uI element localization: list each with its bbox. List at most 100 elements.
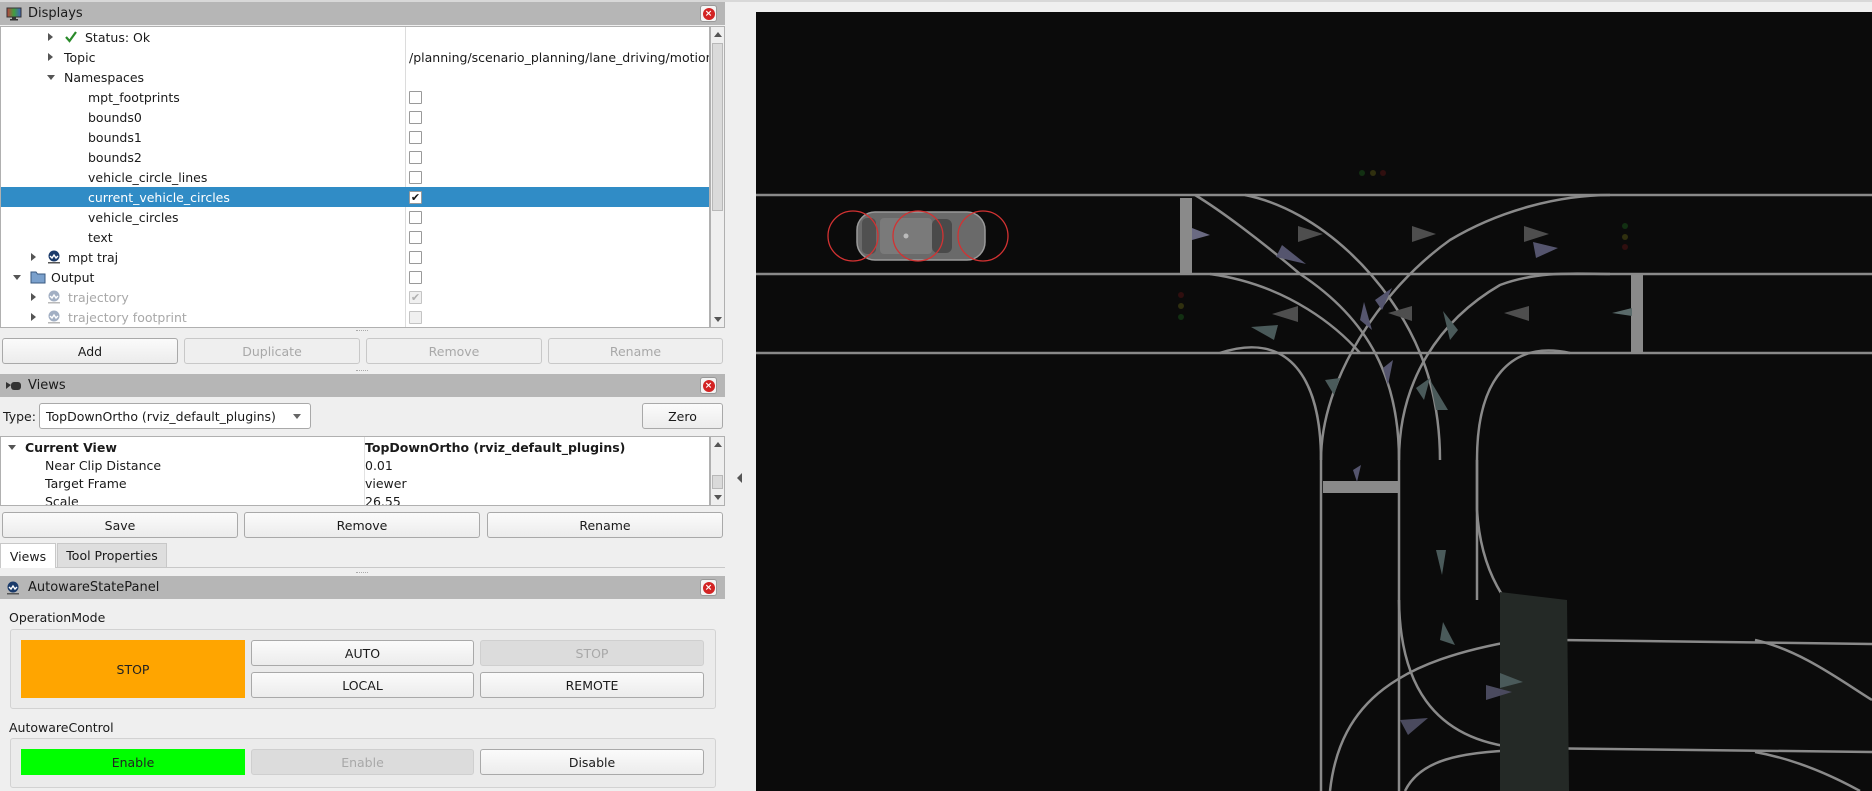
property-value[interactable]: viewer	[365, 476, 407, 491]
expand-arrow-icon[interactable]	[31, 313, 36, 321]
tab-views[interactable]: Views	[0, 543, 56, 568]
tab-tool-properties[interactable]: Tool Properties	[57, 543, 167, 568]
splitter-handle[interactable]	[356, 370, 368, 372]
direction-arrow	[1272, 306, 1298, 322]
view-type-select[interactable]: TopDownOrtho (rviz_default_plugins)	[39, 403, 311, 429]
traffic-light-green	[1622, 223, 1628, 229]
displays-scrollbar[interactable]	[710, 26, 725, 328]
expand-arrow-icon[interactable]	[48, 33, 53, 41]
remove-view-button[interactable]: Remove	[244, 512, 480, 538]
display-tree-row[interactable]: trajectory ✔	[1, 287, 709, 307]
render-viewport[interactable]	[756, 12, 1872, 791]
direction-arrow	[1524, 226, 1549, 242]
scroll-up-icon[interactable]	[714, 442, 722, 447]
display-enable-checkbox[interactable]	[409, 150, 422, 164]
expand-arrow-icon[interactable]	[31, 293, 36, 301]
save-view-button[interactable]: Save	[2, 512, 238, 538]
scroll-down-icon[interactable]	[714, 495, 722, 500]
views-close-button[interactable]: ×	[700, 377, 717, 394]
display-tree-label: vehicle_circles	[88, 209, 179, 225]
stop-mode-button[interactable]: STOP	[480, 640, 704, 666]
display-tree-row[interactable]: Output	[1, 267, 709, 287]
displays-close-button[interactable]: ×	[700, 5, 717, 22]
property-row[interactable]: Near Clip Distance 0.01	[1, 456, 709, 474]
auto-mode-button[interactable]: AUTO	[251, 640, 474, 666]
display-tree-label: current_vehicle_circles	[88, 189, 230, 205]
remote-mode-button[interactable]: REMOTE	[480, 672, 704, 698]
direction-arrow	[1325, 378, 1340, 395]
direction-arrow	[1251, 325, 1278, 340]
display-tree-row[interactable]: bounds0	[1, 107, 709, 127]
display-tree-row[interactable]: bounds2	[1, 147, 709, 167]
display-tree-value[interactable]: /planning/scenario_planning/lane_driving…	[409, 50, 709, 65]
scroll-thumb[interactable]	[712, 43, 723, 211]
duplicate-display-button[interactable]: Duplicate	[184, 338, 360, 364]
rename-display-button[interactable]: Rename	[548, 338, 723, 364]
display-tree-label: mpt_footprints	[88, 89, 180, 105]
display-tree-label: bounds1	[88, 129, 142, 145]
collapse-arrow-icon[interactable]	[47, 75, 55, 80]
lane-boundary	[1754, 638, 1872, 702]
display-tree-row[interactable]: vehicle_circles	[1, 207, 709, 227]
autoware-state-panel-header: AutowareStatePanel ×	[0, 576, 725, 599]
display-tree-row[interactable]: mpt traj	[1, 247, 709, 267]
property-row[interactable]: Current View TopDownOrtho (rviz_default_…	[1, 438, 709, 456]
scroll-down-icon[interactable]	[714, 317, 722, 322]
display-enable-checkbox[interactable]: ✔	[409, 190, 422, 204]
display-tree-row[interactable]: Namespaces	[1, 67, 709, 87]
collapse-left-panel-icon[interactable]	[737, 473, 742, 483]
display-tree-row[interactable]: mpt_footprints	[1, 87, 709, 107]
expand-arrow-icon[interactable]	[31, 253, 36, 261]
display-tree-row[interactable]: vehicle_circle_lines	[1, 167, 709, 187]
collapse-arrow-icon[interactable]	[13, 275, 21, 280]
display-tree-row[interactable]: text	[1, 227, 709, 247]
splitter-handle[interactable]	[356, 572, 368, 574]
display-enable-checkbox[interactable]	[409, 170, 422, 184]
view-properties-tree[interactable]: Current View TopDownOrtho (rviz_default_…	[0, 436, 710, 506]
remove-display-button[interactable]: Remove	[366, 338, 542, 364]
displays-panel-header: Displays ×	[0, 2, 725, 25]
display-enable-checkbox[interactable]	[409, 270, 422, 284]
direction-arrow	[1412, 226, 1436, 242]
displays-title: Displays	[28, 6, 83, 21]
property-row[interactable]: Scale 26.55	[1, 492, 709, 506]
add-display-button[interactable]: Add	[2, 338, 178, 364]
autoware-state-panel-close-button[interactable]: ×	[700, 579, 717, 596]
local-mode-button[interactable]: LOCAL	[251, 672, 474, 698]
display-enable-checkbox[interactable]	[409, 250, 422, 264]
scroll-up-icon[interactable]	[714, 32, 722, 37]
display-enable-checkbox[interactable]	[409, 310, 422, 324]
display-enable-checkbox[interactable]	[409, 90, 422, 104]
autoware-control-status: Enable	[21, 749, 245, 775]
display-enable-checkbox[interactable]	[409, 130, 422, 144]
scroll-thumb[interactable]	[712, 475, 723, 489]
display-enable-checkbox[interactable]	[409, 230, 422, 244]
display-enable-checkbox[interactable]	[409, 210, 422, 224]
zero-button[interactable]: Zero	[642, 403, 723, 429]
display-tree-row[interactable]: trajectory footprint	[1, 307, 709, 327]
display-tree-row[interactable]: current_vehicle_circles ✔	[1, 187, 709, 207]
autoware-icon	[47, 250, 61, 267]
property-value[interactable]: 0.01	[365, 458, 393, 473]
displays-tree[interactable]: Status: Ok Topic/planning/scenario_planni…	[0, 26, 710, 328]
view-properties-scrollbar[interactable]	[710, 436, 725, 506]
property-value[interactable]: 26.55	[365, 494, 401, 506]
display-tree-row[interactable]: Topic/planning/scenario_planning/lane_dr…	[1, 47, 709, 67]
splitter-handle[interactable]	[356, 330, 368, 332]
close-icon: ×	[702, 379, 715, 392]
expand-arrow-icon[interactable]	[48, 53, 53, 61]
display-tree-row[interactable]: Status: Ok	[1, 27, 709, 47]
property-row[interactable]: Target Frame viewer	[1, 474, 709, 492]
display-tree-label: trajectory	[68, 289, 129, 305]
vehicle-origin-marker	[903, 233, 909, 239]
display-tree-row[interactable]: bounds1	[1, 127, 709, 147]
disable-control-button[interactable]: Disable	[480, 749, 704, 775]
enable-control-button[interactable]: Enable	[251, 749, 474, 775]
traffic-light-green	[1178, 314, 1184, 320]
expand-icon[interactable]	[8, 445, 16, 450]
map-render	[756, 170, 1872, 791]
rename-view-button[interactable]: Rename	[487, 512, 723, 538]
display-enable-checkbox[interactable]: ✔	[409, 290, 422, 304]
display-enable-checkbox[interactable]	[409, 110, 422, 124]
camera-icon	[6, 379, 22, 393]
